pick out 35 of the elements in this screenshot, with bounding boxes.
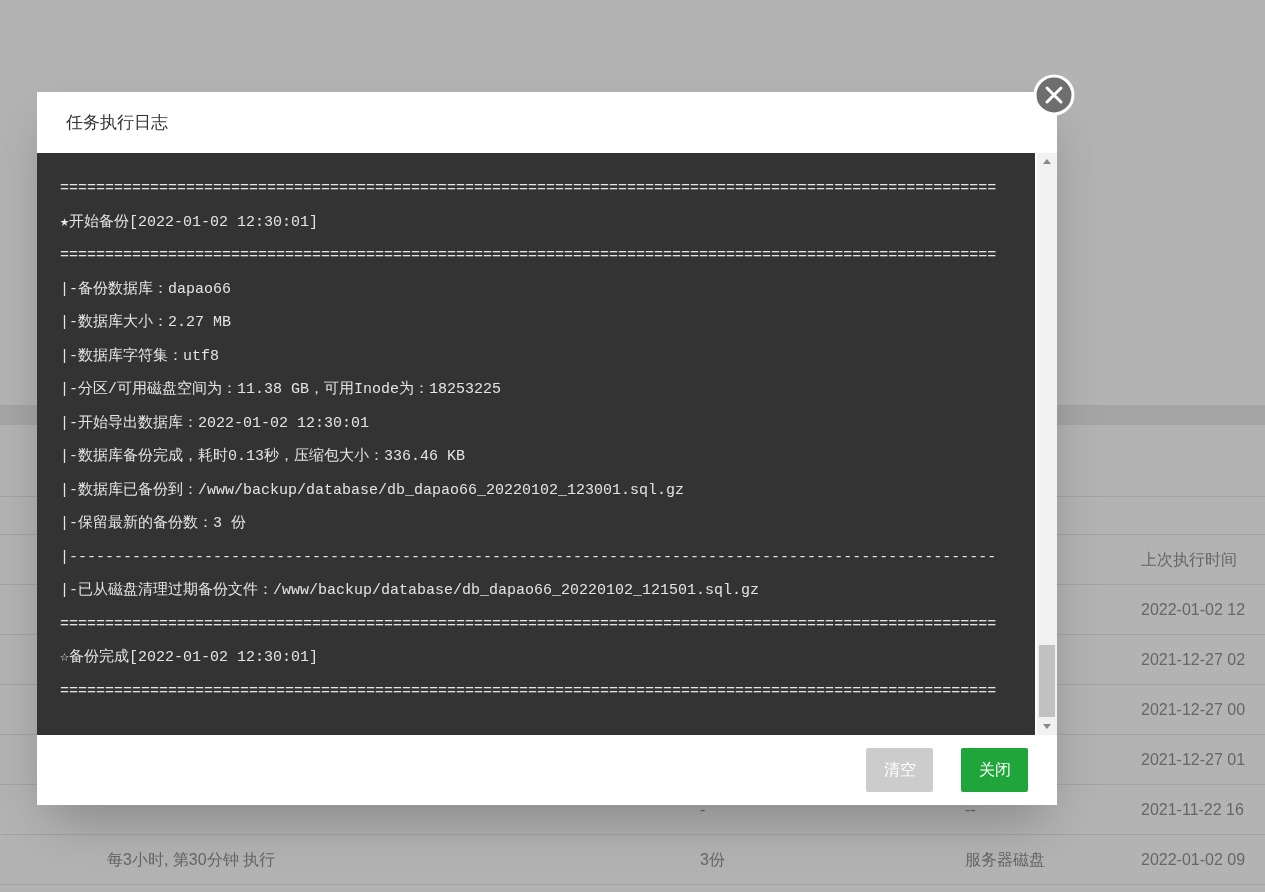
scrollbar-thumb[interactable] [1039, 645, 1055, 717]
table-cell: 2022-01-02 12 [1141, 600, 1246, 618]
table-cell: 每3小时, 第30分钟 执行 [107, 850, 276, 868]
scroll-down-icon[interactable] [1042, 723, 1052, 731]
log-line: |-数据库大小：2.27 MB [60, 312, 231, 333]
table-cell: 3份 [700, 850, 725, 868]
log-line: |-保留最新的备份数：3 份 [60, 513, 246, 534]
log-line: ★开始备份[2022-01-02 12:30:01] [60, 212, 319, 233]
table-cell: - [700, 800, 706, 818]
table-cell: 服务器磁盘 [965, 850, 1045, 868]
log-line: |-分区/可用磁盘空间为：11.38 GB，可用Inode为：18253225 [60, 379, 502, 400]
close-icon[interactable] [1033, 74, 1075, 116]
log-line: |------------------------------------------------------------------------------------------------------- [60, 547, 997, 568]
scroll-up-icon[interactable] [1042, 157, 1052, 165]
log-line: ======================================================================================================== [60, 179, 997, 199]
log-line: |-数据库字符集：utf8 [60, 346, 219, 367]
scrollbar[interactable] [1037, 153, 1057, 735]
log-line: ======================================================================================================== [60, 246, 997, 266]
close-button[interactable]: 关闭 [961, 748, 1028, 792]
dialog-title: 任务执行日志 [66, 111, 168, 134]
table-cell: 2021-12-27 02 [1141, 650, 1246, 668]
table-cell: 2022-01-02 09 [1141, 850, 1246, 868]
log-line: |-已从磁盘清理过期备份文件：/www/backup/database/db_dapao66_20220102_121501.sql.gz [60, 580, 760, 601]
table-cell: 2021-12-27 01 [1141, 750, 1246, 768]
table-cell: 2021-12-27 00 [1141, 700, 1246, 718]
log-line: ======================================================================================================== [60, 614, 997, 635]
log-line: |-数据库备份完成，耗时0.13秒，压缩包大小：336.46 KB [60, 446, 466, 467]
table-cell: 2021-11-22 16 [1141, 800, 1244, 818]
table-cell: -- [965, 800, 976, 818]
log-line: ======================================================================================================== [60, 681, 997, 702]
log-line: ☆备份完成[2022-01-02 12:30:01] [60, 647, 319, 668]
log-line: |-数据库已备份到：/www/backup/database/db_dapao66_20220102_123001.sql.gz [60, 480, 685, 501]
column-header: 上次执行时间 [1141, 550, 1237, 568]
log-line: |-开始导出数据库：2022-01-02 12:30:01 [60, 413, 370, 434]
log-line: |-备份数据库：dapao66 [60, 279, 231, 300]
